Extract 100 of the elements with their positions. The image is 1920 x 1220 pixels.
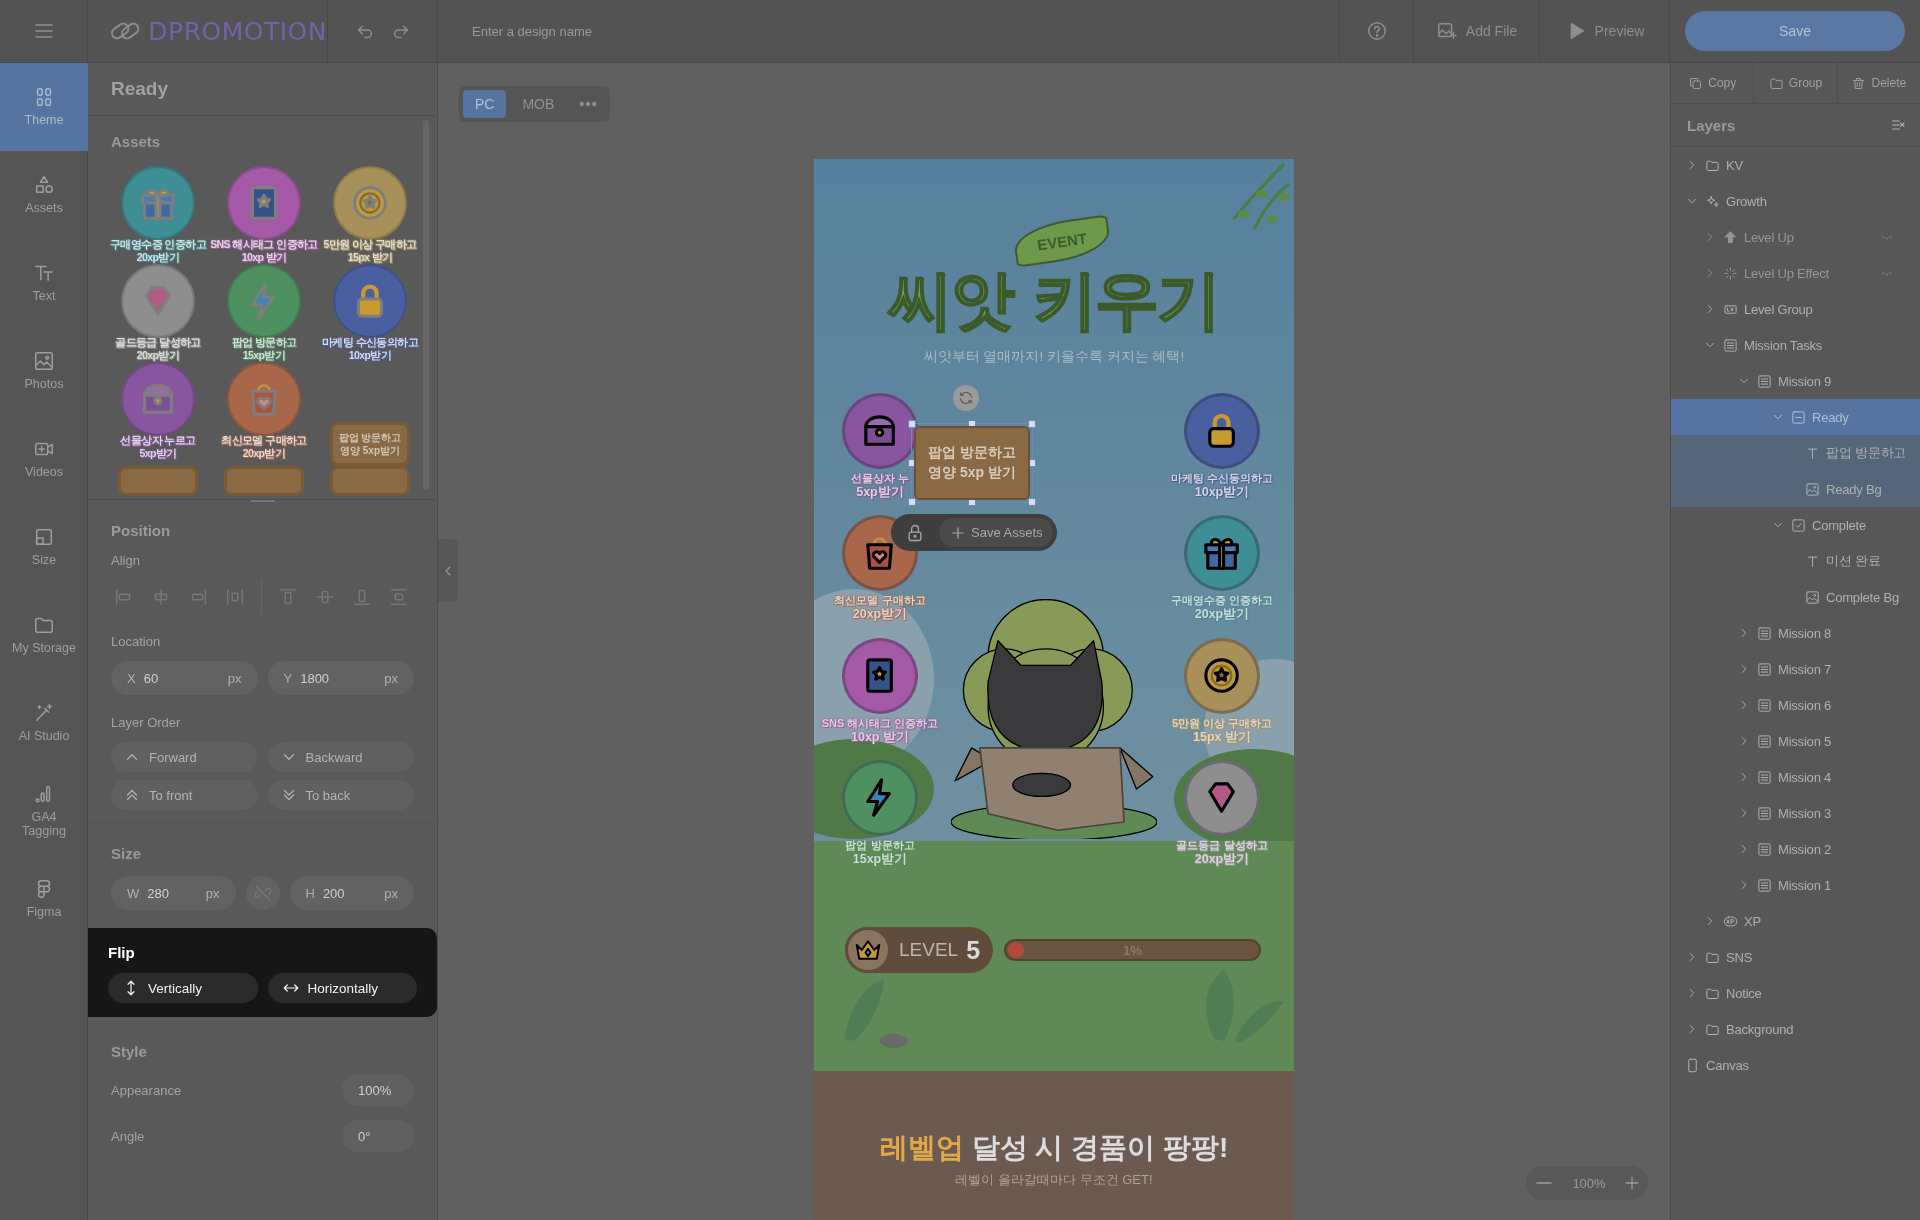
resize-handle[interactable] bbox=[1028, 498, 1036, 506]
asset-item[interactable]: SNS 해시태그 인증하고 10xp 받기 bbox=[210, 166, 318, 264]
delete-button[interactable]: Delete bbox=[1837, 63, 1920, 103]
layer-order-button[interactable]: To front bbox=[111, 780, 258, 810]
add-file-button[interactable]: Add File bbox=[1435, 20, 1518, 42]
layer-name: XP bbox=[1744, 913, 1761, 929]
layer-order-button[interactable]: To back bbox=[267, 780, 414, 810]
layer-row[interactable]: Ready Bg bbox=[1671, 471, 1920, 507]
rotate-icon bbox=[958, 390, 974, 406]
position-field[interactable]: X 60 px bbox=[111, 661, 258, 695]
layer-name: Mission 1 bbox=[1778, 877, 1832, 893]
field-prefix: H bbox=[305, 885, 315, 901]
resize-handle[interactable] bbox=[908, 420, 916, 428]
layer-row[interactable]: Mission 1 bbox=[1671, 867, 1920, 903]
device-tab[interactable]: PC bbox=[463, 90, 507, 118]
nav-item[interactable]: My Storage bbox=[0, 591, 88, 679]
folder-icon bbox=[1768, 75, 1784, 91]
layer-row[interactable]: Level Up Effect bbox=[1671, 255, 1920, 291]
layer-row[interactable]: Mission 2 bbox=[1671, 831, 1920, 867]
checkbox-icon bbox=[1791, 517, 1806, 533]
layer-name: Level Up Effect bbox=[1744, 265, 1829, 281]
save-assets-button[interactable]: Save Assets bbox=[939, 518, 1053, 547]
event-subtitle: 씨앗부터 열매까지! 키울수록 커지는 혜택! bbox=[922, 348, 1186, 366]
nav-item[interactable]: Size bbox=[0, 503, 88, 591]
asset-item[interactable]: 팝업 방문하고 15xp받기 bbox=[227, 264, 301, 362]
resize-handle[interactable] bbox=[1028, 420, 1036, 428]
layer-row[interactable]: Notice bbox=[1671, 975, 1920, 1011]
resize-handle[interactable] bbox=[908, 498, 916, 506]
help-button[interactable] bbox=[1365, 20, 1388, 42]
preview-button[interactable]: Preview bbox=[1564, 20, 1645, 42]
badge-label: 15xp받기 bbox=[852, 852, 908, 866]
nav-item[interactable]: Text bbox=[0, 239, 88, 327]
layer-row[interactable]: Mission Tasks bbox=[1671, 327, 1920, 363]
badge-label: 선물상자 누 bbox=[850, 471, 910, 485]
size-field[interactable]: W 280 px bbox=[111, 876, 236, 910]
layer-row[interactable]: Level Group bbox=[1671, 291, 1920, 327]
unlink-button[interactable] bbox=[245, 876, 280, 910]
folder-icon bbox=[1705, 949, 1720, 965]
asset-item[interactable]: 골드등급 달성하고 20xp받기 bbox=[115, 264, 201, 362]
layer-row[interactable]: Mission 7 bbox=[1671, 651, 1920, 687]
layer-row[interactable]: Complete bbox=[1671, 507, 1920, 543]
design-name-field[interactable]: Enter a design name bbox=[470, 22, 1339, 40]
layer-name: SNS bbox=[1726, 949, 1753, 965]
rock bbox=[880, 1034, 908, 1048]
level-number: 5 bbox=[966, 935, 981, 965]
layer-order-button[interactable]: Backward bbox=[267, 742, 414, 772]
layer-order-button[interactable]: Forward bbox=[111, 742, 258, 772]
layer-row[interactable]: 미션 완료 bbox=[1671, 543, 1920, 579]
asset-item[interactable]: 팝업 방문하고 영양 5xp받기 bbox=[330, 422, 410, 466]
asset-item[interactable]: 구매영수증 인증하고 20xp받기 bbox=[110, 166, 206, 264]
layer-row[interactable]: Ready bbox=[1671, 399, 1920, 435]
layer-name: Mission 4 bbox=[1778, 769, 1832, 785]
nav-item[interactable]: Theme bbox=[0, 63, 88, 151]
selected-text-box[interactable]: 팝업 방문하고 영양 5xp 받기 bbox=[914, 426, 1030, 500]
unit-label: px bbox=[227, 670, 242, 686]
collapse-panel-button[interactable] bbox=[438, 539, 458, 602]
layer-row[interactable]: Mission 8 bbox=[1671, 615, 1920, 651]
style-field[interactable]: 100% bbox=[342, 1074, 414, 1106]
asset-item[interactable]: 5만원 이상 구매하고 15px 받기 bbox=[323, 166, 417, 264]
layer-row[interactable]: Complete Bg bbox=[1671, 579, 1920, 615]
unlink-icon bbox=[252, 883, 273, 903]
layer-name: Mission Tasks bbox=[1744, 337, 1823, 353]
layer-row[interactable]: Mission 4 bbox=[1671, 759, 1920, 795]
size-field[interactable]: H 200 px bbox=[289, 876, 414, 910]
asset-item[interactable]: 최신모델 구매하고 20xp받기 bbox=[221, 362, 307, 460]
flip-button[interactable]: Vertically bbox=[108, 973, 258, 1003]
position-field[interactable]: Y 1800 px bbox=[267, 661, 414, 695]
nav-item[interactable]: Videos bbox=[0, 415, 88, 503]
layer-row[interactable]: Mission 5 bbox=[1671, 723, 1920, 759]
layer-row[interactable]: Mission 3 bbox=[1671, 795, 1920, 831]
layer-row[interactable]: 팝업 방문하고 bbox=[1671, 435, 1920, 471]
device-tab[interactable]: MOB bbox=[510, 90, 567, 118]
nav-item[interactable]: Figma bbox=[0, 855, 88, 943]
nav-item[interactable]: Assets bbox=[0, 151, 88, 239]
layer-row[interactable]: SNS bbox=[1671, 939, 1920, 975]
field-value: 200 bbox=[322, 885, 346, 901]
asset-item[interactable]: 선물상자 누르고 5xp받기 bbox=[120, 362, 196, 460]
list-icon bbox=[1757, 769, 1772, 785]
flip-button[interactable]: Horizontally bbox=[267, 973, 417, 1003]
nav-item[interactable]: Photos bbox=[0, 327, 88, 415]
layer-row[interactable]: Background bbox=[1671, 1011, 1920, 1047]
unit-label: px bbox=[384, 885, 398, 901]
copy-button[interactable]: Copy bbox=[1671, 63, 1755, 103]
layer-row[interactable]: Canvas bbox=[1671, 1047, 1920, 1083]
style-field[interactable]: 0° bbox=[342, 1120, 414, 1152]
layer-row[interactable]: Level Up bbox=[1671, 219, 1920, 255]
layer-row[interactable]: KV bbox=[1671, 147, 1920, 183]
layer-name: Canvas bbox=[1706, 1057, 1749, 1073]
layer-row[interactable]: Mission 9 bbox=[1671, 363, 1920, 399]
field-value: 1800 bbox=[300, 670, 331, 686]
layer-row[interactable]: Growth bbox=[1671, 183, 1920, 219]
save-button[interactable]: Save bbox=[1685, 11, 1905, 51]
layer-row[interactable]: Mission 6 bbox=[1671, 687, 1920, 723]
nav-item[interactable]: GA4 Tagging bbox=[0, 767, 88, 855]
asset-item[interactable]: 마케팅 수신동의하고 10xp받기 bbox=[322, 264, 418, 362]
layer-row[interactable]: XP bbox=[1671, 903, 1920, 939]
group-button[interactable]: Group bbox=[1754, 63, 1838, 103]
nav-item[interactable]: AI Studio bbox=[0, 679, 88, 767]
add-image-icon bbox=[1435, 20, 1458, 42]
field-label: Align bbox=[111, 553, 141, 568]
